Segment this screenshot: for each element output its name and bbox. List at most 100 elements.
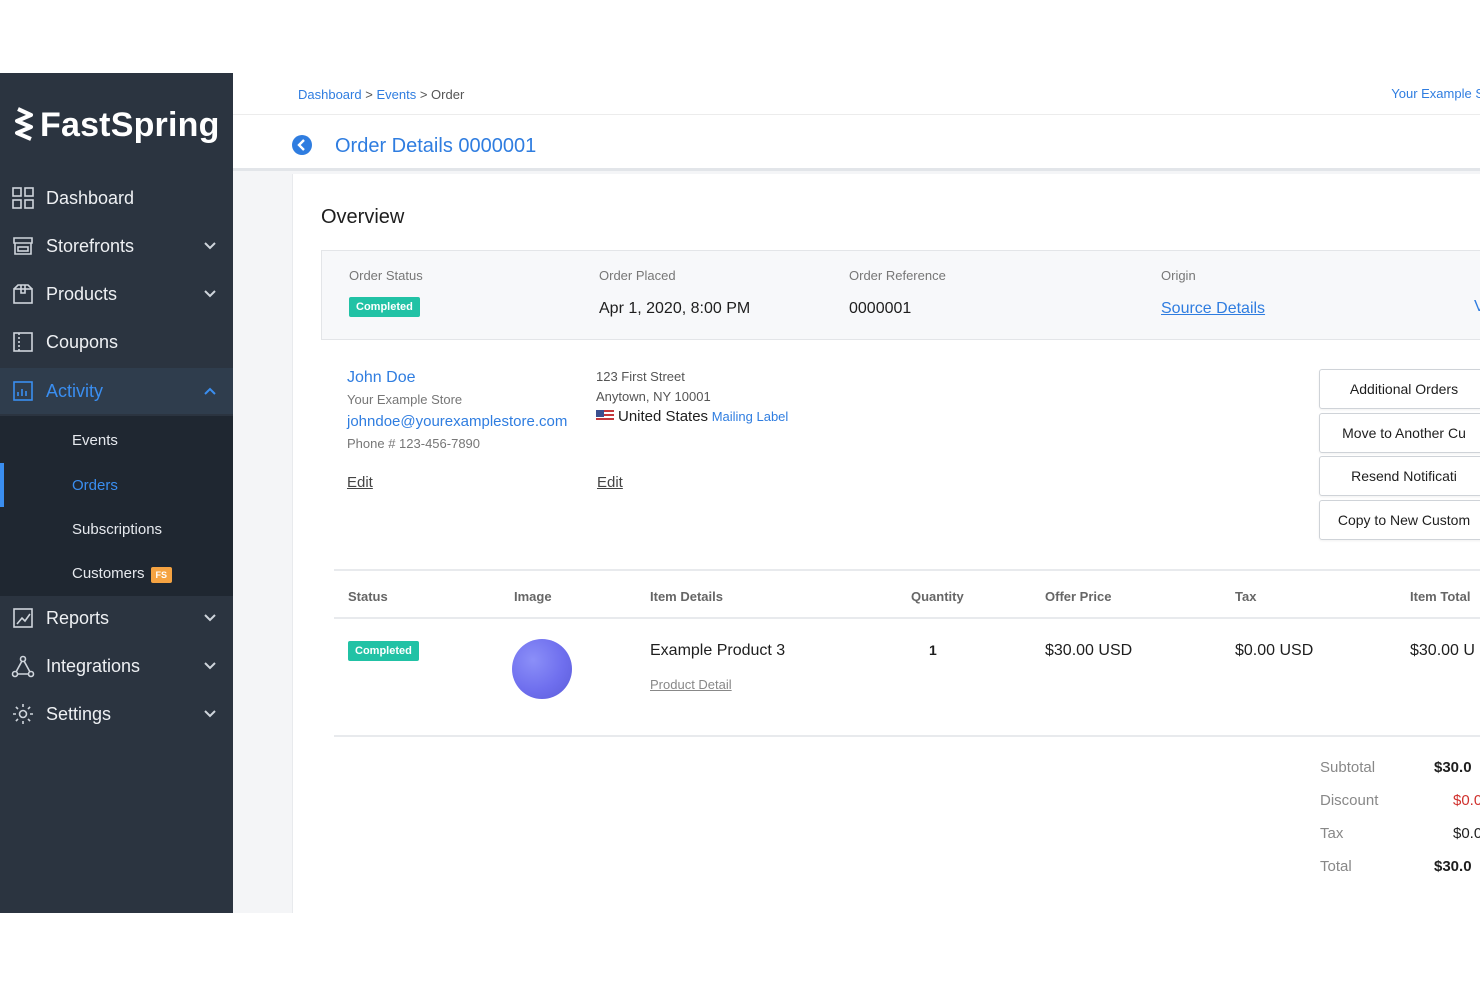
chevron-down-icon[interactable] [202, 658, 218, 674]
sidebar-item-products[interactable]: Products [0, 271, 233, 317]
sidebar-item-settings[interactable]: Settings [0, 691, 233, 737]
subitem-label: Events [72, 431, 118, 449]
source-details-link[interactable]: Source Details [1161, 300, 1265, 317]
store-link[interactable]: Your Example S [1391, 86, 1480, 101]
order-status-value: Completed [349, 297, 423, 317]
us-flag-icon [596, 410, 614, 422]
discount-value: $0.0 [1453, 792, 1480, 809]
activity-icon [13, 381, 33, 401]
grid-icon [12, 187, 34, 209]
item-quantity: 1 [929, 642, 937, 658]
sidebar-subitem-customers[interactable]: Customers FS [0, 552, 233, 596]
reports-icon [13, 608, 33, 628]
col-image: Image [514, 589, 552, 604]
chevron-down-icon[interactable] [202, 238, 218, 254]
fs-badge: FS [150, 566, 173, 583]
chevron-down-icon[interactable] [202, 706, 218, 722]
origin-col: Origin Source Details [1161, 268, 1265, 318]
order-card: Overview Order Status Completed Order Pl… [292, 174, 1480, 913]
sidebar-subitem-orders[interactable]: Orders [0, 463, 233, 507]
sidebar-subitem-events[interactable]: Events [0, 418, 233, 462]
order-placed-value: Apr 1, 2020, 8:00 PM [599, 300, 751, 317]
resend-notification-button[interactable]: Resend Notificati [1319, 456, 1480, 496]
sidebar-item-integrations[interactable]: Integrations [0, 643, 233, 689]
breadcrumb: Dashboard > Events > Order [298, 87, 464, 102]
tax-value: $0.0 [1453, 825, 1480, 842]
origin-value: Source Details [1161, 300, 1265, 318]
customer-info: John Doe Your Example Store johndoe@your… [347, 367, 567, 455]
subitem-label: Subscriptions [72, 520, 163, 538]
brand-name: FastSpring [40, 105, 220, 144]
customer-phone: Phone # 123-456-7890 [347, 436, 481, 451]
chevron-up-icon[interactable] [202, 383, 218, 399]
sidebar-item-label: Settings [46, 703, 112, 724]
brand-logo[interactable]: FastSpring [14, 103, 220, 147]
total-value: $30.0 [1434, 858, 1472, 875]
sidebar-item-label: Coupons [46, 331, 119, 352]
col-quantity: Quantity [911, 589, 964, 604]
sidebar-item-storefronts[interactable]: Storefronts [0, 223, 233, 269]
sidebar-item-coupons[interactable]: Coupons [0, 319, 233, 365]
additional-orders-button[interactable]: Additional Orders [1319, 369, 1480, 409]
col-item-details: Item Details [650, 589, 723, 604]
move-to-another-customer-button[interactable]: Move to Another Cu [1319, 413, 1480, 453]
item-name: Example Product 3 [650, 642, 786, 659]
total-label: Total [1320, 858, 1352, 875]
subitem-label: Orders [72, 476, 118, 494]
breadcrumb-separator: > [365, 87, 373, 102]
subtotal-value: $30.0 [1434, 759, 1472, 776]
top-bar: Dashboard > Events > Order Your Example … [233, 73, 1480, 115]
col-item-total: Item Total [1410, 589, 1471, 604]
box-icon [13, 284, 33, 304]
edit-customer-link[interactable]: Edit [347, 474, 373, 491]
address-country-row: United States Mailing Label [596, 407, 788, 427]
gear-icon [13, 704, 33, 724]
breadcrumb-events-link[interactable]: Events [376, 87, 416, 102]
subitem-label: Customers FS [72, 565, 173, 583]
sidebar-item-activity[interactable]: Activity [0, 368, 233, 414]
product-image[interactable] [512, 639, 572, 699]
mailing-label-link[interactable]: Mailing Label [712, 409, 789, 424]
address-country: United States [618, 408, 709, 425]
col-offer-price: Offer Price [1045, 589, 1112, 604]
breadcrumb-dashboard-link[interactable]: Dashboard [298, 87, 362, 102]
sidebar-item-reports[interactable]: Reports [0, 595, 233, 641]
subitem-text: Customers [72, 565, 145, 583]
order-status-col: Order Status Completed [349, 268, 423, 317]
copy-to-new-customer-button[interactable]: Copy to New Custom [1319, 500, 1480, 540]
order-status-label: Order Status [349, 268, 423, 283]
order-summary: Order Status Completed Order Placed Apr … [321, 250, 1480, 340]
back-arrow-icon[interactable] [291, 134, 313, 156]
edit-address-link[interactable]: Edit [597, 474, 623, 491]
col-tax: Tax [1235, 589, 1257, 604]
col-status: Status [348, 589, 388, 604]
customer-store: Your Example Store [347, 392, 463, 407]
table-divider [334, 735, 1480, 737]
chevron-down-icon[interactable] [202, 610, 218, 626]
discount-label: Discount [1320, 792, 1379, 809]
tax-label: Tax [1320, 825, 1344, 842]
status-badge: Completed [348, 641, 419, 661]
order-reference-label: Order Reference [849, 268, 946, 283]
address-line1: 123 First Street [596, 369, 685, 384]
mailing-address: 123 First Street Anytown, NY 10001 Unite… [596, 367, 788, 427]
sidebar-item-label: Activity [46, 380, 104, 401]
sidebar-item-dashboard[interactable]: Dashboard [0, 175, 233, 221]
customer-email-link[interactable]: johndoe@yourexamplestore.com [347, 411, 567, 433]
sidebar-subitem-subscriptions[interactable]: Subscriptions [0, 507, 233, 551]
breadcrumb-current: Order [431, 87, 465, 102]
item-total: $30.00 U [1410, 642, 1475, 659]
row-status: Completed [348, 641, 419, 661]
app-frame: FastSpring Dashboard Storefronts Product… [0, 73, 1480, 913]
integrations-icon [11, 655, 35, 678]
storefront-icon [13, 237, 33, 255]
customer-name-link[interactable]: John Doe [347, 367, 567, 389]
coupon-icon [13, 332, 33, 352]
overview-edge-link[interactable]: V [1474, 298, 1480, 316]
product-detail-link[interactable]: Product Detail [650, 677, 732, 692]
address-line2: Anytown, NY 10001 [596, 389, 711, 404]
activity-submenu: Events Orders Subscriptions Customers FS [0, 416, 233, 596]
sidebar-item-label: Storefronts [46, 235, 135, 256]
sidebar-item-label: Dashboard [46, 187, 135, 208]
chevron-down-icon[interactable] [202, 286, 218, 302]
